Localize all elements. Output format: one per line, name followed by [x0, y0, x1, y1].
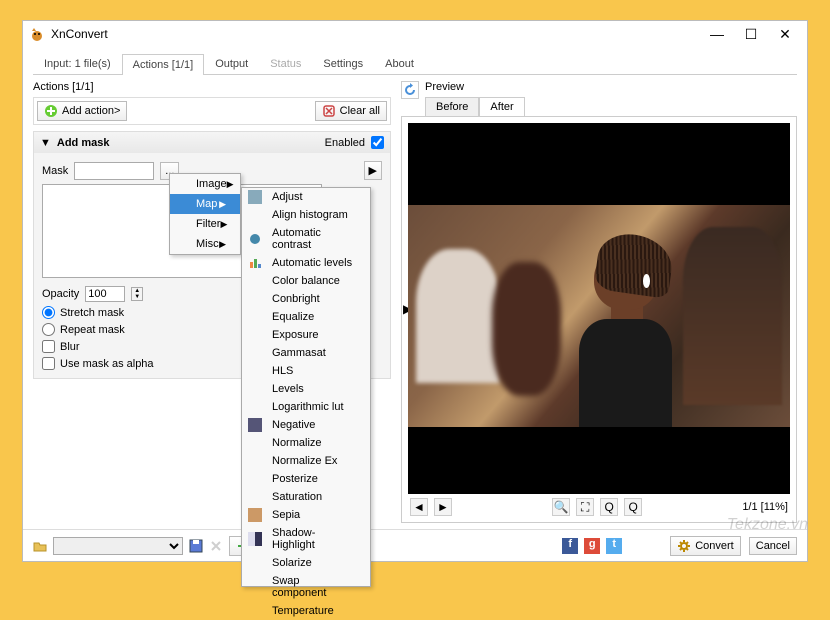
refresh-icon[interactable]	[401, 81, 419, 99]
alpha-checkbox[interactable]	[42, 357, 55, 370]
enabled-label: Enabled	[325, 137, 365, 149]
tab-output[interactable]: Output	[204, 53, 259, 74]
preview-label: Preview	[425, 81, 797, 93]
opacity-input[interactable]	[85, 286, 125, 302]
tab-settings[interactable]: Settings	[312, 53, 374, 74]
menu-hls[interactable]: HLS	[242, 362, 370, 380]
collapse-icon[interactable]: ▼	[40, 137, 51, 149]
add-action-menu: Image▶ Map▶ Filter▶ Misc▶	[169, 173, 241, 255]
stretch-radio[interactable]	[42, 306, 55, 319]
app-icon	[29, 26, 45, 42]
minimize-button[interactable]: —	[707, 24, 727, 44]
bottombar: Export for NConvert... f g t Convert Can…	[23, 529, 807, 561]
googleplus-icon[interactable]: g	[584, 538, 600, 554]
convert-button[interactable]: Convert	[670, 536, 741, 556]
map-submenu: Adjust Align histogram Automatic contras…	[241, 187, 371, 587]
zoom-out-icon[interactable]: Q	[600, 498, 618, 516]
next-icon[interactable]: ►	[434, 498, 452, 516]
actions-panel-label: Actions [1/1]	[33, 81, 391, 93]
menu-shadow-highlight[interactable]: Shadow-Highlight	[242, 524, 370, 554]
blur-checkbox[interactable]	[42, 340, 55, 353]
mask-label: Mask	[42, 165, 68, 177]
app-window: XnConvert — ☐ ✕ Input: 1 file(s) Actions…	[22, 20, 808, 562]
menu-swap-component[interactable]: Swap component	[242, 572, 370, 602]
maximize-button[interactable]: ☐	[741, 24, 761, 44]
play-button[interactable]: ▶	[364, 161, 382, 180]
cancel-button[interactable]: Cancel	[749, 537, 797, 555]
menu-map[interactable]: Map▶	[170, 194, 240, 214]
save-icon[interactable]	[189, 539, 203, 553]
preview-panel: Preview Before After ◄	[401, 81, 797, 523]
menu-temperature[interactable]: Temperature	[242, 602, 370, 620]
menu-conbright[interactable]: Conbright	[242, 290, 370, 308]
tab-after[interactable]: After	[479, 97, 524, 116]
tab-before[interactable]: Before	[425, 97, 479, 116]
preset-select[interactable]	[53, 537, 183, 555]
menu-filter[interactable]: Filter▶	[170, 214, 240, 234]
menu-automatic-levels[interactable]: Automatic levels	[242, 254, 370, 272]
tab-about[interactable]: About	[374, 53, 425, 74]
facebook-icon[interactable]: f	[562, 538, 578, 554]
menu-automatic-contrast[interactable]: Automatic contrast	[242, 224, 370, 254]
menu-misc[interactable]: Misc▶	[170, 234, 240, 254]
repeat-radio[interactable]	[42, 323, 55, 336]
delete-icon[interactable]	[209, 539, 223, 553]
zoom-reset-icon[interactable]: Q	[624, 498, 642, 516]
preview-image	[408, 123, 790, 494]
menu-solarize[interactable]: Solarize	[242, 554, 370, 572]
zoom-in-icon[interactable]: 🔍	[552, 498, 570, 516]
zoom-info: 1/1 [11%]	[742, 501, 788, 513]
add-action-button[interactable]: Add action>	[37, 101, 127, 121]
menu-equalize[interactable]: Equalize	[242, 308, 370, 326]
menu-image[interactable]: Image▶	[170, 174, 240, 194]
twitter-icon[interactable]: t	[606, 538, 622, 554]
window-title: XnConvert	[51, 27, 707, 41]
menu-gammasat[interactable]: Gammasat	[242, 344, 370, 362]
open-icon[interactable]	[33, 539, 47, 553]
main-tabs: Input: 1 file(s) Actions [1/1] Output St…	[33, 53, 797, 75]
tab-actions[interactable]: Actions [1/1]	[122, 54, 205, 75]
tab-status[interactable]: Status	[259, 53, 312, 74]
opacity-label: Opacity	[42, 288, 79, 300]
menu-sepia[interactable]: Sepia	[242, 506, 370, 524]
clear-icon	[322, 104, 336, 118]
menu-align-histogram[interactable]: Align histogram	[242, 206, 370, 224]
menu-adjust[interactable]: Adjust	[242, 188, 370, 206]
menu-normalize-ex[interactable]: Normalize Ex	[242, 452, 370, 470]
opacity-spinner[interactable]: ▲▼	[131, 287, 143, 301]
titlebar: XnConvert — ☐ ✕	[23, 21, 807, 47]
menu-posterize[interactable]: Posterize	[242, 470, 370, 488]
action-title: Add mask	[57, 137, 319, 149]
enabled-checkbox[interactable]	[371, 136, 384, 149]
menu-negative[interactable]: Negative	[242, 416, 370, 434]
clear-all-button[interactable]: Clear all	[315, 101, 387, 121]
gear-icon	[677, 539, 691, 553]
prev-icon[interactable]: ◄	[410, 498, 428, 516]
tab-input[interactable]: Input: 1 file(s)	[33, 53, 122, 74]
menu-log-lut[interactable]: Logarithmic lut	[242, 398, 370, 416]
menu-color-balance[interactable]: Color balance	[242, 272, 370, 290]
plus-icon	[44, 104, 58, 118]
menu-exposure[interactable]: Exposure	[242, 326, 370, 344]
menu-levels[interactable]: Levels	[242, 380, 370, 398]
close-button[interactable]: ✕	[775, 24, 795, 44]
menu-normalize[interactable]: Normalize	[242, 434, 370, 452]
menu-saturation[interactable]: Saturation	[242, 488, 370, 506]
mask-input[interactable]	[74, 162, 154, 180]
fit-icon[interactable]: ⛶	[576, 498, 594, 516]
